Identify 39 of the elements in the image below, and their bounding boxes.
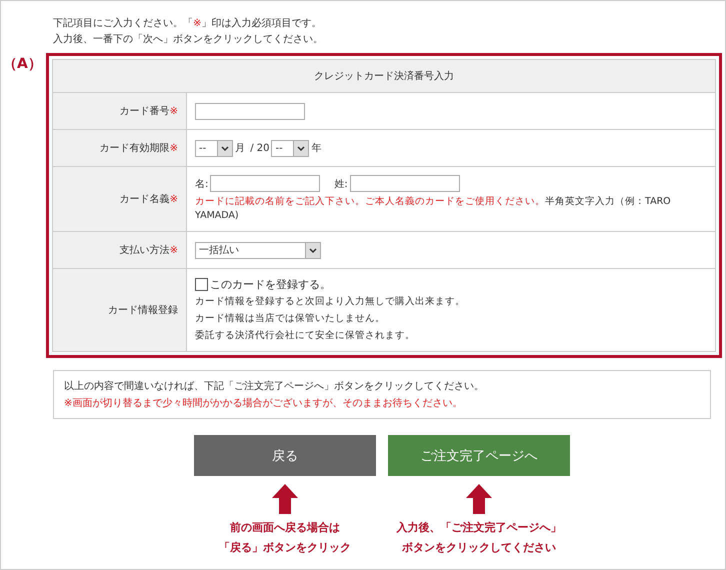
- first-name-label: 名:: [195, 178, 208, 190]
- caption-text: 前の画面へ戻る場合は: [230, 520, 340, 536]
- month-label: 月: [235, 142, 245, 155]
- register-note: カード情報は当店では保管いたしません。: [195, 312, 386, 326]
- caret-icon: [217, 140, 232, 156]
- warning-text: ※画面が切り替るまで少々時間がかかる場合がございますが、そのままお待ちください。: [64, 396, 464, 410]
- field-label: 支払い方法※: [53, 232, 186, 268]
- field-label: カード情報登録: [53, 269, 186, 351]
- back-button[interactable]: 戻る: [194, 435, 376, 476]
- year-select[interactable]: --: [271, 140, 310, 156]
- form-title: クレジットカード決済番号入力: [53, 60, 715, 92]
- register-note: カード情報を登録すると次回より入力無しで購入出来ます。: [195, 295, 466, 309]
- field-label: カード番号※: [53, 93, 186, 129]
- callout-label: （A）: [2, 55, 43, 73]
- year-label: 年: [311, 142, 322, 155]
- month-select[interactable]: --: [195, 140, 233, 156]
- name-note: カードに記載の名前をご記入下さい。ご本人名義のカードをご使用ください。半角英文字入力（例：TARO YAMADA): [195, 195, 672, 223]
- up-arrow-icon: [272, 484, 298, 514]
- register-checkbox[interactable]: [195, 278, 208, 291]
- card-number-field[interactable]: [195, 102, 305, 120]
- up-arrow-icon: [466, 484, 492, 514]
- instruction-text: 入力後、一番下の「次へ」ボタンをクリックしてください。: [53, 33, 324, 47]
- first-name-field[interactable]: [210, 175, 320, 192]
- caret-icon: [305, 242, 320, 258]
- payment-select[interactable]: 一括払い: [195, 242, 321, 258]
- caption-text: 「戻る」ボタンをクリック: [219, 540, 351, 556]
- field-label: カード名義※: [53, 167, 186, 231]
- checkbox-label: このカードを登録する。: [210, 277, 331, 292]
- complete-order-button[interactable]: ご注文完了ページへ: [388, 435, 570, 476]
- caption-text: 入力後、「ご注文完了ページへ」: [396, 520, 562, 536]
- field-label: カード有効期限※: [53, 130, 186, 166]
- caption-text: ボタンをクリックしてください: [402, 540, 556, 556]
- notice-text: 以上の内容で間違いなければ、下記「ご注文完了ページへ」ボタンをクリックしてください。: [64, 380, 485, 393]
- instruction-text: 下記項目にご入力ください。「※」印は入力必須項目です。: [53, 17, 322, 31]
- register-note: 委託する決済代行会社にて安全に保管されます。: [195, 329, 416, 343]
- year-prefix: / 20: [249, 142, 270, 154]
- caret-icon: [293, 140, 308, 156]
- last-name-field[interactable]: [350, 175, 460, 192]
- last-name-label: 姓:: [334, 178, 348, 190]
